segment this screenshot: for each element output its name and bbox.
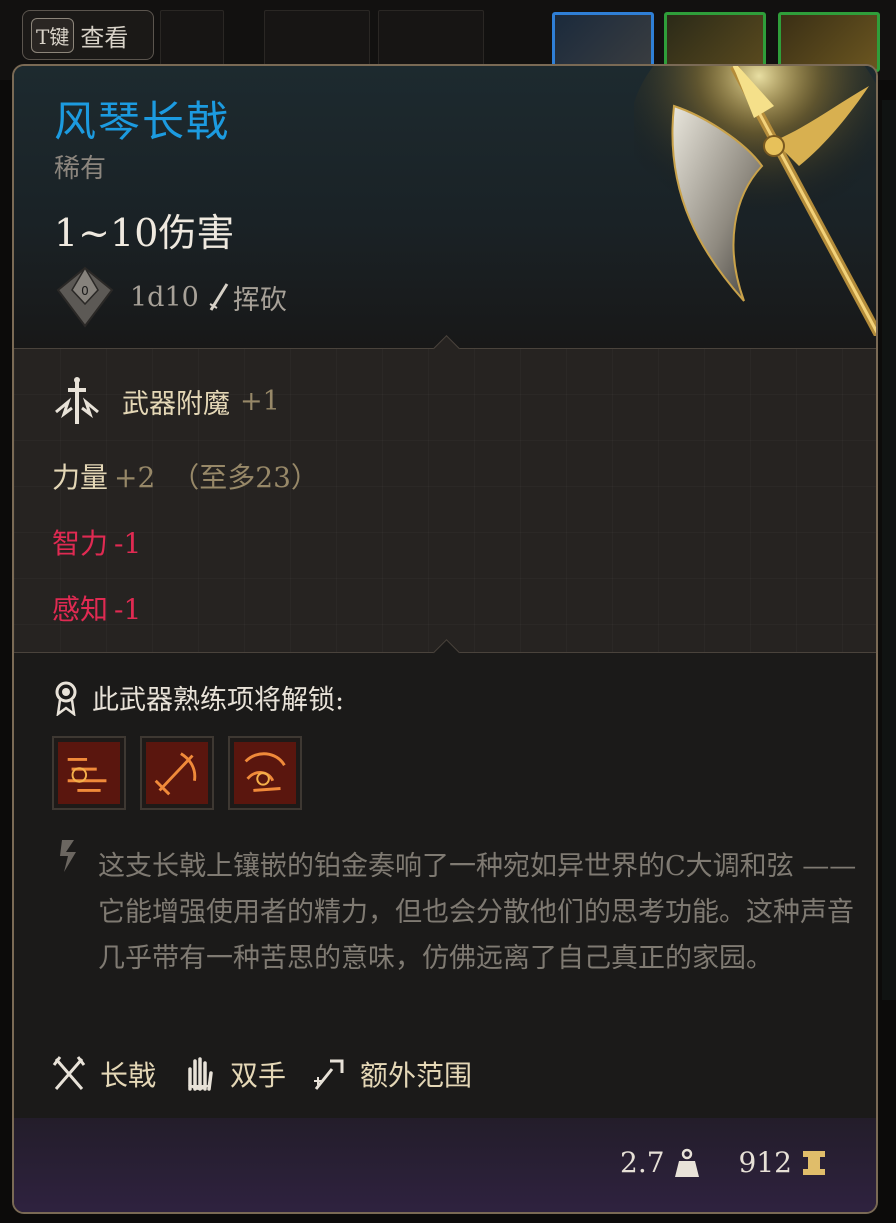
damage-type: 挥砍 — [232, 284, 287, 316]
stat-name: 智力 — [52, 527, 109, 560]
ability-icon-1[interactable] — [52, 736, 126, 810]
d10-die-icon: 0 — [56, 266, 114, 328]
equipment-slot[interactable] — [664, 12, 766, 72]
ability-icon-3[interactable] — [228, 736, 302, 810]
description-quote-icon — [60, 840, 76, 872]
stat-value: -1 — [114, 593, 142, 626]
weight-icon — [674, 1148, 699, 1177]
two-handed-icon — [188, 1057, 213, 1091]
damage-dice-row: 0 1d10 挥砍 — [54, 266, 287, 328]
background-panel-edge — [882, 100, 896, 1000]
hotbar-slot[interactable] — [378, 10, 484, 68]
item-weight: 2.7 — [620, 1146, 665, 1179]
weapon-tags: 长戟 双手 额外范围 — [52, 1054, 498, 1094]
stat-name: 力量 — [52, 461, 109, 494]
slashing-icon — [209, 283, 229, 311]
stat-intelligence: 智力 -1 — [52, 522, 141, 562]
item-description: 这支长戟上镶嵌的铂金奏响了一种宛如异世界的C大调和弦 —— 它能增强使用者的精力… — [98, 851, 857, 974]
proficiency-icon — [55, 681, 77, 716]
proficiency-label: 此武器熟练项将解锁: — [92, 685, 345, 716]
item-footer: 2.7 912 — [620, 1146, 828, 1179]
ability-icon-2[interactable] — [140, 736, 214, 810]
item-value: 912 — [738, 1146, 792, 1179]
damage-dice: 1d10 — [130, 281, 199, 313]
svg-text:0: 0 — [81, 284, 89, 298]
enchantment-row: 武器附魔 +1 — [50, 374, 280, 428]
equipped-weapon-slot[interactable] — [552, 12, 654, 72]
inspect-key-hint[interactable]: T键 查看 — [22, 10, 154, 60]
weapon-enchantment-icon — [55, 377, 99, 424]
t-key-badge: T键 — [31, 17, 75, 53]
inspect-label: 查看 — [80, 23, 129, 52]
tag-halberd: 长戟 — [52, 1054, 156, 1094]
tag-reach: 额外范围 — [312, 1054, 472, 1094]
stat-wisdom: 感知 -1 — [52, 588, 141, 628]
tag-label: 额外范围 — [360, 1059, 473, 1092]
item-name: 风琴长戟 — [54, 97, 231, 146]
item-rarity: 稀有 — [54, 154, 107, 184]
hotbar-slot[interactable] — [264, 10, 370, 68]
enchantment-value: +1 — [240, 385, 280, 417]
stat-cap: （至多23） — [171, 461, 319, 494]
weapon-action-icon — [146, 742, 208, 804]
stat-value: -1 — [114, 527, 142, 560]
stat-name: 感知 — [52, 593, 109, 626]
stat-strength: 力量 +2 （至多23） — [52, 456, 319, 496]
tag-label: 双手 — [230, 1059, 287, 1092]
equipment-slot[interactable] — [778, 12, 880, 72]
enchantment-label: 武器附魔 — [122, 388, 230, 420]
hotbar-slot[interactable] — [160, 10, 224, 68]
item-damage: 1~10伤害 — [54, 211, 235, 255]
weapon-action-icon — [58, 742, 120, 804]
halberd-artwork — [634, 66, 876, 336]
tag-label: 长戟 — [100, 1059, 157, 1092]
tag-two-handed: 双手 — [182, 1054, 286, 1094]
reach-icon — [314, 1059, 344, 1090]
weapon-action-icon — [234, 742, 296, 804]
stat-value: +2 — [114, 461, 156, 494]
gold-coin-icon — [803, 1150, 825, 1175]
item-tooltip: 风琴长戟 稀有 1~10伤害 0 1d10 挥砍 武器附魔 +1 力量 +2 （至多… — [12, 64, 878, 1214]
halberd-icon — [52, 1056, 86, 1090]
proficiency-row: 此武器熟练项将解锁: — [52, 678, 344, 717]
